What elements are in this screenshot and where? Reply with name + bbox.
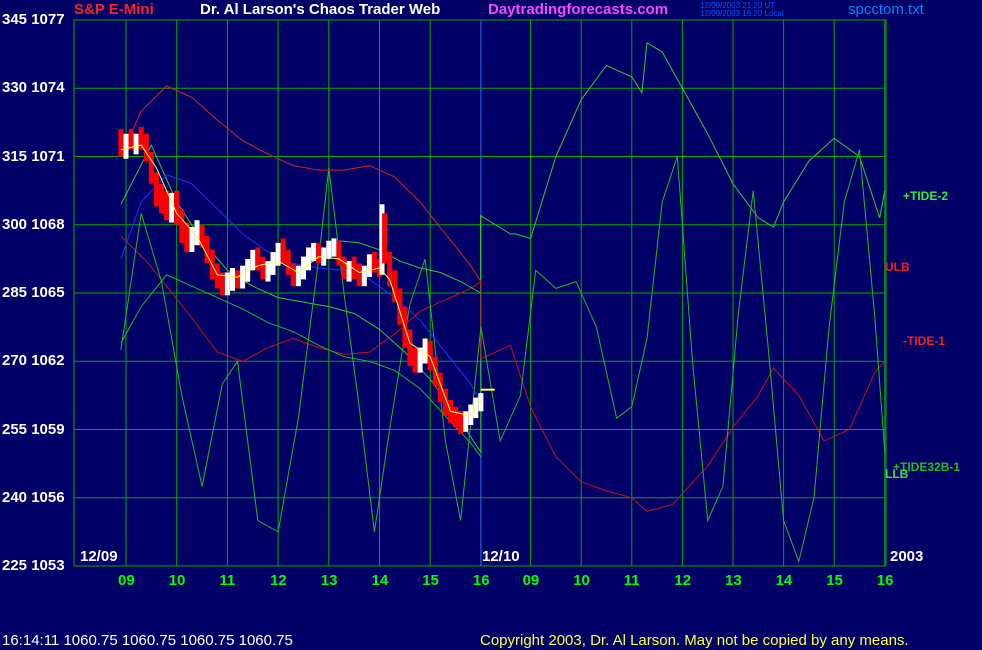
x-tick-label: 12 bbox=[270, 572, 287, 589]
x-tick-label: 14 bbox=[371, 572, 389, 589]
price-bar bbox=[285, 249, 291, 275]
x-tick-label: 10 bbox=[573, 572, 590, 589]
website-link[interactable]: Daytradingforecasts.com bbox=[488, 1, 668, 18]
price-bar bbox=[326, 240, 332, 259]
last-quote: 16:14:11 1060.75 1060.75 1060.75 1060.75 bbox=[2, 632, 293, 649]
series-line-tide32b-1 bbox=[120, 149, 886, 564]
price-bar bbox=[174, 190, 180, 225]
price-bar bbox=[235, 270, 240, 289]
price-bar bbox=[295, 265, 301, 287]
x-tick-label: 13 bbox=[725, 572, 742, 589]
chart-title: Dr. Al Larson's Chaos Trader Web bbox=[200, 1, 441, 18]
price-bar bbox=[179, 208, 185, 243]
price-bars bbox=[118, 126, 484, 435]
price-bar bbox=[280, 238, 286, 264]
x-tick-label: 09 bbox=[118, 572, 135, 589]
price-bar bbox=[306, 247, 311, 271]
symbol-title: S&P E-Mini bbox=[74, 1, 154, 18]
date-label-day1: 12/09 bbox=[80, 548, 118, 565]
label-llb: LLB bbox=[885, 467, 909, 481]
price-bar bbox=[311, 242, 317, 262]
price-bar bbox=[260, 256, 266, 280]
price-bar bbox=[148, 151, 154, 184]
chart-window: { "header": { "symbol": "S&P E-Mini", "t… bbox=[0, 0, 982, 650]
copyright: Copyright 2003, Dr. Al Larson. May not b… bbox=[480, 632, 909, 649]
series-line-tide-2 bbox=[120, 41, 886, 454]
price-bar bbox=[199, 224, 205, 248]
x-tick-label: 09 bbox=[522, 572, 540, 589]
y-tick-label: 300 1068 bbox=[2, 215, 65, 233]
price-bar bbox=[331, 238, 337, 257]
x-tick-label: 15 bbox=[422, 572, 439, 589]
price-bar bbox=[159, 183, 164, 214]
price-bar bbox=[270, 252, 276, 275]
price-bar bbox=[214, 263, 220, 289]
price-bar bbox=[366, 254, 372, 278]
y-tick-label: 315 1071 bbox=[2, 147, 65, 165]
y-tick-label: 240 1056 bbox=[2, 488, 65, 506]
label-ulb: ULB bbox=[885, 260, 910, 274]
x-tick-label: 11 bbox=[219, 572, 236, 589]
x-tick-label: 16 bbox=[876, 572, 894, 589]
x-tick-label: 15 bbox=[826, 572, 843, 589]
price-bar bbox=[422, 338, 428, 364]
date-label-day2: 12/10 bbox=[482, 548, 520, 565]
y-tick-label: 330 1074 bbox=[2, 79, 65, 97]
y-tick-label: 345 1077 bbox=[2, 11, 65, 28]
y-tick-label: 225 1053 bbox=[2, 557, 65, 574]
x-tick-label: 14 bbox=[775, 572, 793, 589]
price-bar bbox=[118, 129, 124, 157]
price-bar bbox=[356, 263, 362, 287]
price-bar bbox=[138, 126, 144, 150]
price-bar bbox=[361, 265, 367, 287]
price-bar bbox=[230, 268, 235, 291]
price-bar bbox=[133, 133, 139, 155]
price-bar bbox=[290, 263, 296, 287]
price-bar bbox=[336, 240, 342, 266]
year-label: 2003 bbox=[890, 548, 924, 565]
x-tick-label: 16 bbox=[472, 572, 490, 589]
price-bar bbox=[341, 256, 347, 280]
price-bar bbox=[123, 133, 129, 159]
series-line-ulb bbox=[120, 85, 482, 282]
price-bar bbox=[240, 265, 246, 289]
label-tide2: +TIDE-2 bbox=[903, 189, 949, 203]
price-bar bbox=[453, 406, 459, 428]
y-tick-label: 255 1059 bbox=[2, 420, 65, 438]
price-bar bbox=[412, 347, 418, 373]
price-bar bbox=[392, 270, 398, 303]
x-tick-label: 13 bbox=[320, 572, 338, 589]
filename-label: spcctom.txt bbox=[848, 1, 924, 18]
x-tick-label: 12 bbox=[674, 572, 692, 589]
time-local: 12/09/2003 16:20 Local bbox=[700, 9, 784, 18]
price-bar bbox=[143, 133, 149, 162]
indicator-lines bbox=[120, 41, 886, 564]
x-tick-label: 11 bbox=[623, 572, 640, 589]
price-bar bbox=[387, 252, 393, 287]
label-tide1: -TIDE-1 bbox=[903, 334, 945, 348]
price-bar bbox=[194, 220, 200, 246]
y-tick-label: 270 1062 bbox=[2, 352, 65, 370]
price-bar bbox=[407, 329, 413, 366]
x-tick-label: 10 bbox=[168, 572, 186, 589]
price-bar bbox=[316, 242, 322, 264]
price-bar bbox=[153, 172, 159, 207]
price-bar bbox=[458, 411, 464, 435]
price-bar bbox=[382, 213, 388, 264]
y-tick-label: 285 1065 bbox=[2, 284, 65, 301]
price-bar bbox=[468, 404, 474, 425]
